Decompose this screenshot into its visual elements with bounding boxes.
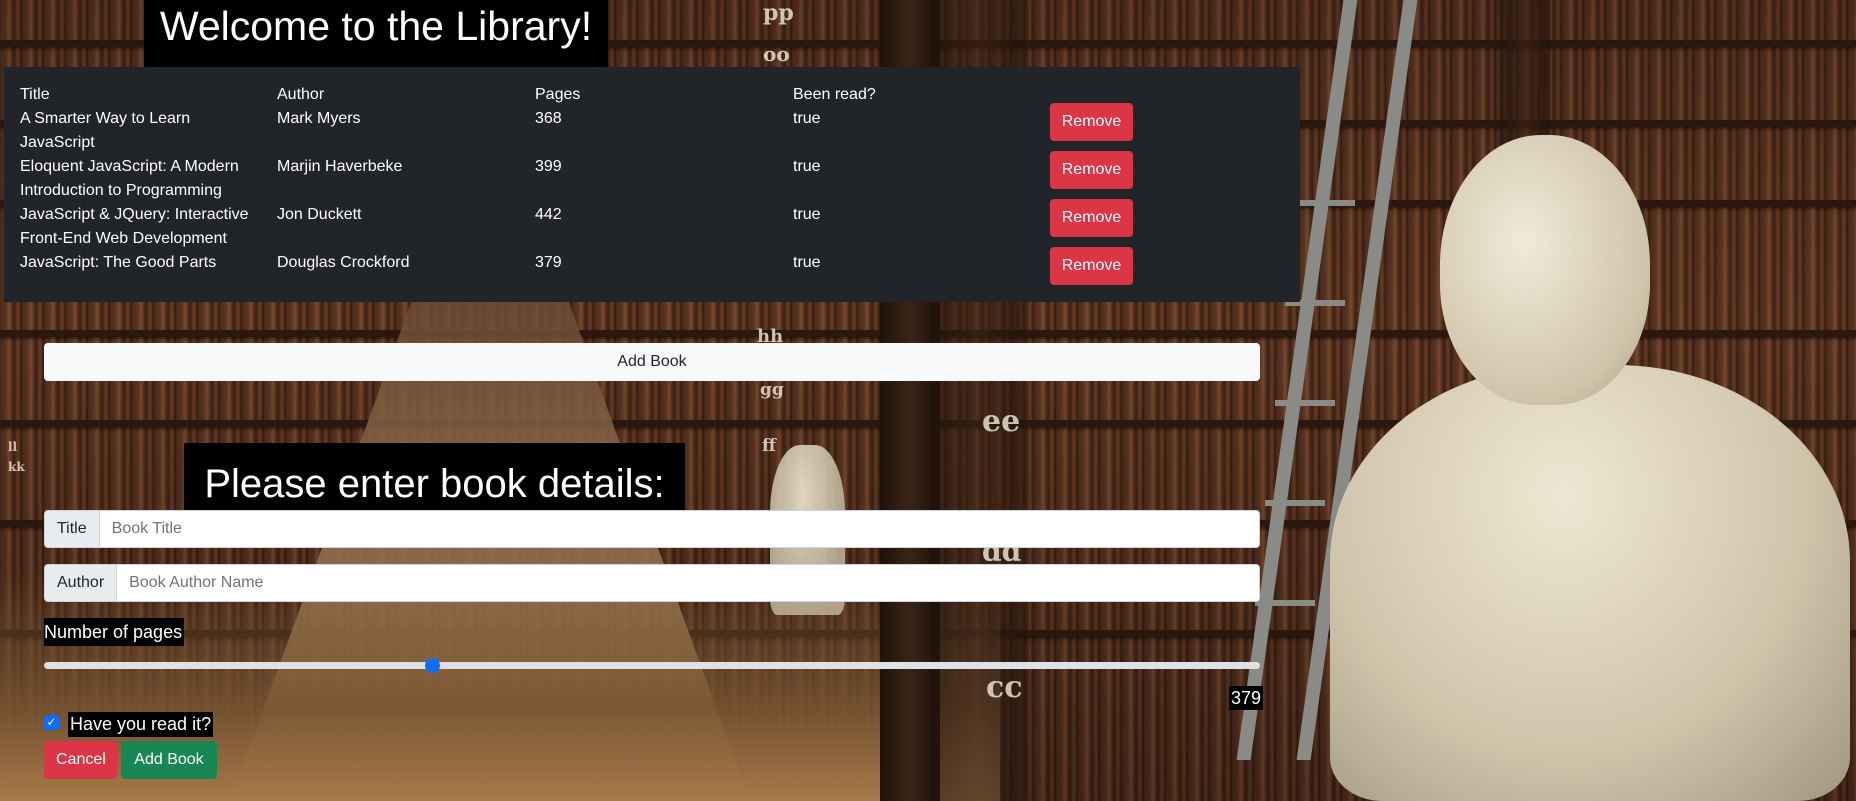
title-field-label: Title xyxy=(44,510,100,548)
author-field-label: Author xyxy=(44,564,118,602)
submit-add-book-button[interactable]: Add Book xyxy=(121,741,217,779)
shelf-letter: pp xyxy=(763,0,794,26)
column-header-pages: Pages xyxy=(535,86,581,103)
checkmark-icon: ✓ xyxy=(46,715,57,729)
book-read-status: true xyxy=(793,254,821,271)
book-title: JavaScript & JQuery: Interactive Front-E… xyxy=(20,206,249,247)
book-author: Marjin Haverbeke xyxy=(277,158,403,175)
form-heading-text: Please enter book details: xyxy=(204,462,665,506)
library-table: Title Author Pages Been read? A Smarter … xyxy=(4,67,1300,302)
book-pages: 442 xyxy=(535,206,562,223)
page-title-text: Welcome to the Library! xyxy=(159,3,593,49)
column-header-title: Title xyxy=(20,86,50,103)
form-heading: Please enter book details: xyxy=(184,443,685,510)
pages-slider-thumb[interactable] xyxy=(424,658,440,673)
shelf-letter: oo xyxy=(763,42,790,66)
shelf-letter: ee xyxy=(982,404,1021,439)
book-author: Douglas Crockford xyxy=(277,254,410,271)
book-read-status: true xyxy=(793,158,821,175)
shelf-letter: ff xyxy=(762,436,776,456)
read-checkbox[interactable]: ✓ xyxy=(44,715,59,730)
add-book-toggle-button[interactable]: Add Book xyxy=(44,343,1260,381)
column-header-author: Author xyxy=(277,86,325,103)
book-title: A Smarter Way to Learn JavaScript xyxy=(20,110,191,151)
pages-slider[interactable] xyxy=(44,658,1260,673)
read-checkbox-label: Have you read it? xyxy=(68,712,214,737)
column-header-been-read: Been read? xyxy=(793,86,876,103)
book-title: Eloquent JavaScript: A Modern Introducti… xyxy=(20,158,239,199)
book-pages: 379 xyxy=(535,254,562,271)
book-pages: 368 xyxy=(535,110,562,127)
remove-book-button[interactable]: Remove xyxy=(1050,199,1133,237)
book-author-input[interactable] xyxy=(117,564,1260,602)
title-input-group: Title xyxy=(44,510,1260,548)
book-title: JavaScript: The Good Parts xyxy=(20,254,217,271)
author-input-group: Author xyxy=(44,564,1260,602)
shelf-letter: cc xyxy=(986,670,1023,705)
cancel-button[interactable]: Cancel xyxy=(44,741,117,779)
book-read-status: true xyxy=(793,206,821,223)
book-pages: 399 xyxy=(535,158,562,175)
book-author: Mark Myers xyxy=(277,110,361,127)
shelf-letter: gg xyxy=(760,380,784,400)
remove-book-button[interactable]: Remove xyxy=(1050,247,1133,285)
remove-book-button[interactable]: Remove xyxy=(1050,151,1133,189)
pages-field-label: Number of pages xyxy=(44,618,185,646)
book-read-status: true xyxy=(793,110,821,127)
remove-book-button[interactable]: Remove xyxy=(1050,103,1133,141)
book-author: Jon Duckett xyxy=(277,206,362,223)
book-title-input[interactable] xyxy=(99,510,1260,548)
page-title: Welcome to the Library! xyxy=(144,0,608,67)
shelf-letter: kk xyxy=(8,460,25,474)
shelf-letter: ll xyxy=(8,440,18,454)
pages-slider-value: 379 xyxy=(1229,686,1264,710)
